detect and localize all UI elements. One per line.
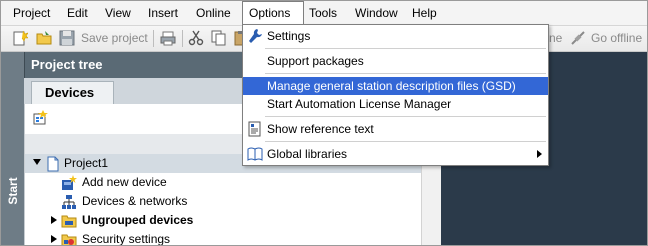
menu-item-label: Show reference text (267, 122, 374, 136)
cut-icon[interactable] (188, 30, 204, 46)
open-project-icon[interactable] (36, 30, 52, 46)
menu-item-label: Manage general station description files… (267, 79, 516, 93)
menu-separator (265, 141, 546, 142)
menu-view[interactable]: View (99, 1, 137, 25)
menu-item-label: Start Automation License Manager (267, 97, 452, 111)
tab-devices-label: Devices (45, 85, 95, 100)
go-online-label-partial[interactable]: ne (549, 31, 562, 45)
menu-item-label: Settings (267, 29, 311, 43)
collapse-arrow-icon[interactable] (33, 159, 41, 165)
add-new-device-icon (62, 175, 77, 190)
tree-row-label: Security settings (82, 232, 171, 246)
reference-text-icon (248, 121, 261, 137)
tree-row-label: Devices & networks (82, 194, 188, 208)
project-tree-title: Project tree (31, 57, 103, 72)
ungrouped-devices-icon (61, 215, 77, 228)
menu-item-label: Support packages (267, 54, 364, 68)
app-window: Project Edit View Insert Online Options … (0, 0, 648, 246)
menu-item-settings[interactable]: Settings (243, 27, 548, 45)
tree-row-add-new-device[interactable]: Add new device (25, 173, 421, 192)
go-offline-icon[interactable] (570, 30, 586, 46)
save-project-icon[interactable] (59, 30, 75, 46)
menu-separator (265, 73, 546, 74)
options-dropdown-menu: Settings Support packages Manage general… (242, 24, 549, 166)
menu-insert[interactable]: Insert (142, 1, 184, 25)
book-icon (247, 147, 263, 161)
tree-row-label: Add new device (82, 175, 167, 189)
menu-separator (265, 48, 546, 49)
print-icon[interactable] (160, 30, 176, 46)
menu-item-start-alm[interactable]: Start Automation License Manager (243, 95, 548, 113)
menu-edit[interactable]: Edit (61, 1, 94, 25)
toolbar-separator (153, 30, 154, 47)
menu-item-support-packages[interactable]: Support packages (243, 52, 548, 70)
start-label: Start (6, 177, 20, 205)
menu-item-label: Global libraries (267, 147, 348, 161)
new-project-icon[interactable] (12, 30, 28, 46)
menu-item-manage-gsd[interactable]: Manage general station description files… (243, 77, 548, 95)
menu-item-global-libraries[interactable]: Global libraries (243, 145, 548, 163)
menu-item-show-reference-text[interactable]: Show reference text (243, 120, 548, 138)
menu-options[interactable]: Options (242, 1, 304, 25)
submenu-arrow-icon (537, 150, 542, 158)
devices-networks-icon (62, 195, 76, 209)
expand-arrow-icon[interactable] (51, 216, 57, 224)
security-settings-icon (61, 234, 77, 245)
tree-row-devices-networks[interactable]: Devices & networks (25, 192, 421, 211)
tab-devices[interactable]: Devices (31, 81, 114, 104)
toolbar-separator (182, 30, 183, 47)
menu-help[interactable]: Help (406, 1, 443, 25)
menu-window[interactable]: Window (349, 1, 404, 25)
tree-row-ungrouped-devices[interactable]: Ungrouped devices (25, 211, 421, 230)
tree-row-label: Project1 (64, 156, 109, 170)
menu-tools[interactable]: Tools (303, 1, 343, 25)
tree-row-label: Ungrouped devices (82, 213, 194, 227)
menu-project[interactable]: Project (7, 1, 56, 25)
project-icon (47, 156, 59, 172)
menu-online[interactable]: Online (190, 1, 237, 25)
menu-bar: Project Edit View Insert Online Options … (1, 1, 647, 26)
portal-start-strip[interactable]: Start (1, 52, 24, 245)
tree-row-security-settings[interactable]: Security settings (25, 230, 421, 246)
copy-icon[interactable] (211, 30, 227, 46)
go-offline-label[interactable]: Go offline (591, 31, 642, 45)
expand-arrow-icon[interactable] (51, 235, 57, 243)
wrench-icon (249, 29, 262, 43)
save-project-label[interactable]: Save project (81, 31, 148, 45)
tree-scroll-column[interactable] (421, 154, 442, 245)
add-device-toolbar-icon[interactable] (32, 110, 48, 126)
menu-separator (265, 116, 546, 117)
